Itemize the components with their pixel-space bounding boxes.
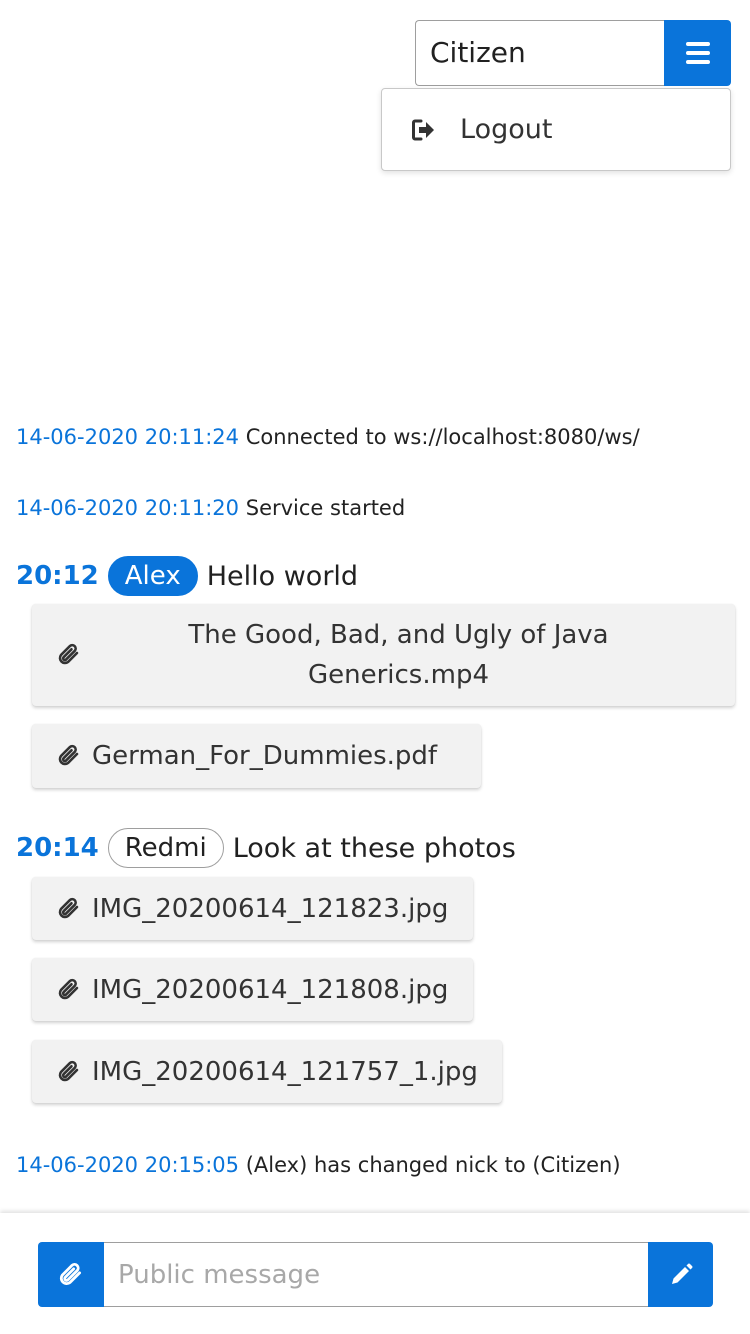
paperclip-icon [56, 642, 82, 668]
menu-button[interactable] [664, 20, 731, 86]
log-timestamp: 14-06-2020 20:11:20 [16, 496, 240, 520]
file-attachment[interactable]: German_For_Dummies.pdf [32, 724, 481, 788]
paperclip-icon [59, 1262, 82, 1285]
log-timestamp: 14-06-2020 20:11:24 [16, 425, 240, 449]
hamburger-icon [686, 42, 710, 46]
hamburger-icon-bar [686, 51, 710, 55]
log-line: 14-06-2020 20:11:24 Connected to ws://lo… [16, 425, 640, 449]
log-text: (Alex) has changed nick to (Citizen) [245, 1153, 621, 1177]
attach-button[interactable] [38, 1242, 104, 1307]
file-attachment[interactable]: IMG_20200614_121757_1.jpg [32, 1040, 502, 1103]
log-line: 14-06-2020 20:11:20 Service started [16, 496, 405, 520]
nick-badge[interactable]: Redmi [107, 828, 224, 868]
paperclip-icon [56, 977, 82, 1003]
nickname-bar: Citizen [415, 20, 731, 86]
log-text: Service started [245, 496, 406, 520]
file-attachment[interactable]: The Good, Bad, and Ugly of Java Generics… [32, 604, 735, 706]
file-name: German_For_Dummies.pdf [92, 741, 438, 771]
user-menu-dropdown: Logout [381, 88, 731, 171]
message-time: 20:14 [16, 833, 99, 863]
paperclip-icon [56, 743, 82, 769]
logout-label: Logout [460, 114, 553, 145]
log-text: Connected to ws://localhost:8080/ws/ [245, 425, 640, 449]
message-composer [0, 1213, 750, 1334]
message-text: Hello world [206, 560, 359, 592]
message-text: Look at these photos [232, 832, 516, 864]
log-timestamp: 14-06-2020 20:15:05 [16, 1153, 240, 1177]
file-name: IMG_20200614_121823.jpg [92, 893, 449, 924]
paperclip-icon [56, 896, 82, 922]
message-header: 20:14 Redmi Look at these photos [16, 828, 516, 868]
file-name: The Good, Bad, and Ugly of Java Generics… [188, 620, 609, 690]
file-name: IMG_20200614_121808.jpg [92, 974, 449, 1005]
file-attachment[interactable]: IMG_20200614_121808.jpg [32, 958, 473, 1021]
pencil-icon [671, 1263, 692, 1284]
nick-badge[interactable]: Alex [107, 556, 198, 596]
message-header: 20:12 Alex Hello world [16, 556, 358, 596]
nickname-field[interactable]: Citizen [415, 20, 664, 86]
file-attachment[interactable]: IMG_20200614_121823.jpg [32, 877, 473, 940]
paperclip-icon [56, 1059, 82, 1085]
log-line: 14-06-2020 20:15:05 (Alex) has changed n… [16, 1153, 621, 1177]
sign-out-icon [412, 119, 434, 140]
message-time: 20:12 [16, 561, 99, 591]
message-input[interactable] [104, 1242, 648, 1307]
logout-menu-item[interactable]: Logout [382, 89, 730, 170]
hamburger-icon-bar [686, 60, 710, 64]
send-button[interactable] [648, 1242, 713, 1307]
file-name: IMG_20200614_121757_1.jpg [92, 1056, 478, 1087]
